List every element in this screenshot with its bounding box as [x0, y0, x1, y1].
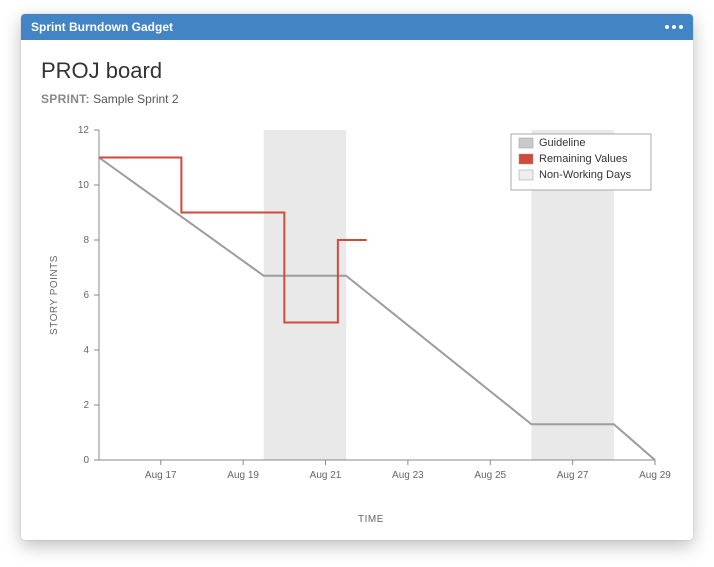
svg-text:12: 12 — [78, 125, 90, 136]
gadget-titlebar: Sprint Burndown Gadget — [21, 14, 693, 40]
gadget-card: Sprint Burndown Gadget PROJ board SPRINT… — [21, 14, 693, 540]
svg-text:2: 2 — [83, 400, 89, 411]
sprint-label: SPRINT: — [41, 92, 90, 106]
svg-text:8: 8 — [83, 235, 89, 246]
y-axis: 0 2 4 6 8 10 12 — [78, 125, 99, 466]
non-working-band — [264, 130, 346, 460]
svg-text:Aug 17: Aug 17 — [145, 470, 177, 481]
gadget-title: Sprint Burndown Gadget — [31, 20, 173, 34]
svg-text:0: 0 — [83, 455, 89, 466]
svg-text:Aug 19: Aug 19 — [227, 470, 259, 481]
sprint-line: SPRINT: Sample Sprint 2 — [41, 92, 673, 106]
sprint-name: Sample Sprint 2 — [93, 92, 178, 106]
svg-text:Aug 21: Aug 21 — [310, 470, 342, 481]
y-axis-label: STORY POINTS — [49, 255, 60, 335]
gadget-menu-button[interactable] — [665, 25, 683, 29]
svg-text:6: 6 — [83, 290, 89, 301]
svg-text:Remaining Values: Remaining Values — [539, 153, 628, 165]
svg-text:Guideline: Guideline — [539, 137, 585, 149]
svg-text:Aug 23: Aug 23 — [392, 470, 424, 481]
svg-text:Non-Working Days: Non-Working Days — [539, 169, 632, 181]
svg-text:10: 10 — [78, 180, 90, 191]
chart-legend: Guideline Remaining Values Non-Working Day… — [511, 134, 651, 190]
svg-text:Aug 25: Aug 25 — [474, 470, 506, 481]
svg-text:4: 4 — [83, 345, 89, 356]
x-axis: Aug 17 Aug 19 Aug 21 Aug 23 Aug 25 Aug 27 Aug … — [99, 460, 671, 481]
board-title: PROJ board — [41, 58, 673, 84]
svg-text:Aug 27: Aug 27 — [557, 470, 589, 481]
burndown-chart: 0 2 4 6 8 10 12 Aug 17 Aug 19 Aug 21 Aug 23 Aug 25… — [41, 110, 673, 530]
gadget-content: PROJ board SPRINT: Sample Sprint 2 0 2 4 6 8… — [21, 40, 693, 540]
x-axis-label: TIME — [358, 514, 384, 525]
svg-text:Aug 29: Aug 29 — [639, 470, 671, 481]
